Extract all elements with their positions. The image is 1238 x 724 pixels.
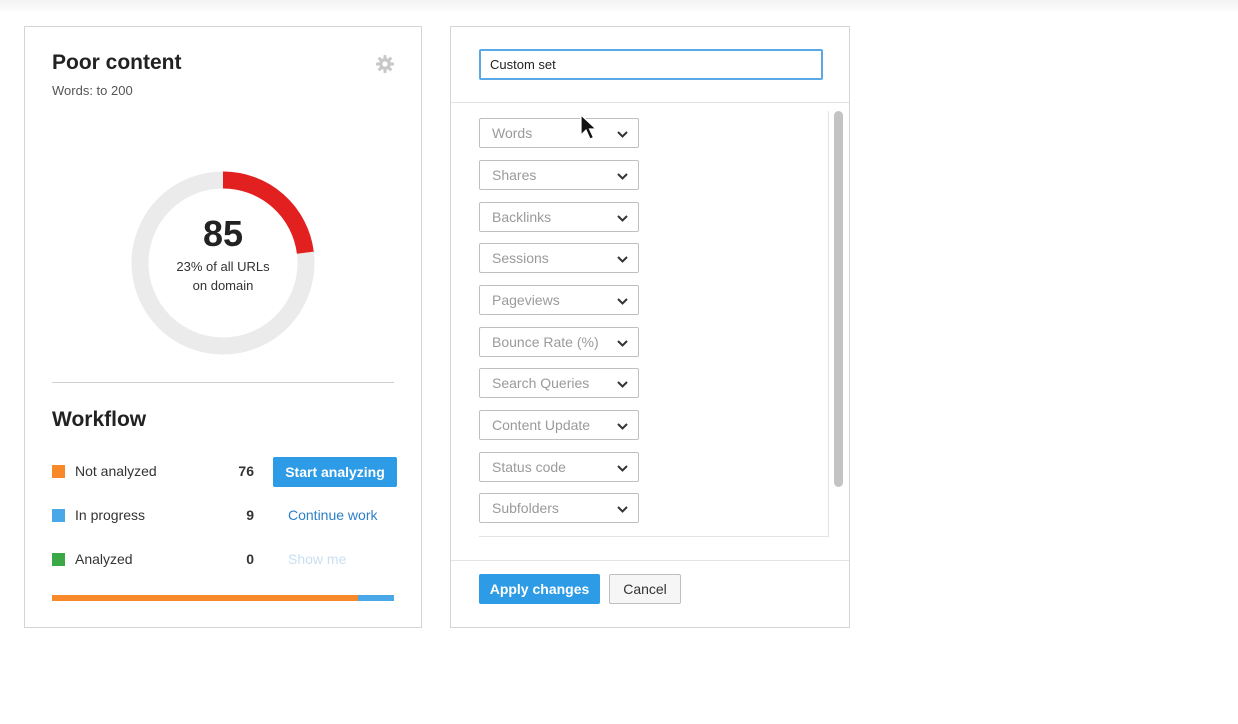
start-analyzing-button[interactable]: Start analyzing: [273, 457, 397, 487]
poor-content-card: Poor content Words: to 200 85 23% of all…: [24, 26, 422, 628]
divider: [52, 382, 394, 383]
workflow-title: Workflow: [52, 408, 147, 431]
status-color-square: [52, 553, 65, 566]
header-separator: [451, 102, 849, 103]
filter-set-panel: Words Shares Backlinks Sessions Pageview…: [450, 26, 850, 628]
cancel-button[interactable]: Cancel: [609, 574, 681, 604]
continue-work-link[interactable]: Continue work: [288, 507, 378, 523]
chevron-down-icon: [617, 215, 628, 222]
dropdown-label: Status code: [492, 459, 566, 475]
chevron-down-icon: [617, 256, 628, 263]
status-label: In progress: [75, 507, 146, 523]
mouse-pointer-icon: [580, 114, 598, 140]
filter-list[interactable]: Words Shares Backlinks Sessions Pageview…: [479, 111, 829, 537]
donut-caption-line1: 23% of all URLs: [176, 259, 270, 274]
dropdown-label: Content Update: [492, 417, 591, 433]
chevron-down-icon: [617, 423, 628, 430]
filter-dropdown-status-code[interactable]: Status code: [479, 452, 639, 482]
status-color-square: [52, 465, 65, 478]
dropdown-label: Pageviews: [492, 292, 560, 308]
chevron-down-icon: [617, 173, 628, 180]
chevron-down-icon: [617, 465, 628, 472]
chevron-down-icon: [617, 381, 628, 388]
chevron-down-icon: [617, 298, 628, 305]
donut-caption-line2: on domain: [192, 278, 254, 293]
status-count: 0: [246, 551, 254, 567]
filter-dropdown-backlinks[interactable]: Backlinks: [479, 202, 639, 232]
filter-dropdown-pageviews[interactable]: Pageviews: [479, 285, 639, 315]
gear-icon[interactable]: [375, 54, 395, 74]
set-name-input[interactable]: [479, 49, 823, 80]
donut-value: 85: [202, 213, 244, 254]
show-me-link: Show me: [288, 551, 347, 567]
card-subtitle: Words: to 200: [52, 83, 133, 98]
dropdown-label: Backlinks: [492, 209, 552, 225]
filter-dropdown-sessions[interactable]: Sessions: [479, 243, 639, 273]
filter-list-scrollbar[interactable]: [832, 111, 844, 487]
status-count: 9: [246, 507, 254, 523]
status-label: Analyzed: [75, 551, 133, 567]
chevron-down-icon: [617, 340, 628, 347]
status-color-square: [52, 509, 65, 522]
status-count: 76: [238, 463, 254, 479]
dropdown-label: Bounce Rate (%): [492, 334, 599, 350]
dropdown-label: Shares: [492, 167, 537, 183]
top-shadow-band: [0, 0, 1238, 14]
chevron-down-icon: [617, 131, 628, 138]
chevron-down-icon: [617, 506, 628, 513]
footer-separator: [451, 560, 849, 561]
filter-dropdown-subfolders[interactable]: Subfolders: [479, 493, 639, 523]
workflow-progress-bar: [52, 595, 394, 601]
progress-segment: [52, 595, 358, 601]
filter-dropdown-bounce-rate[interactable]: Bounce Rate (%): [479, 327, 639, 357]
filter-dropdown-shares[interactable]: Shares: [479, 160, 639, 190]
filter-dropdown-search-queries[interactable]: Search Queries: [479, 368, 639, 398]
filter-dropdown-content-update[interactable]: Content Update: [479, 410, 639, 440]
dropdown-label: Subfolders: [492, 500, 559, 516]
status-label: Not analyzed: [75, 463, 157, 479]
workflow-row-analyzed: Analyzed 0 Show me: [52, 545, 397, 575]
donut-caption: 23% of all URLs on domain: [129, 257, 317, 295]
workflow-row-in-progress: In progress 9 Continue work: [52, 501, 397, 531]
filter-dropdown-words[interactable]: Words: [479, 118, 639, 148]
dropdown-label: Sessions: [492, 250, 549, 266]
dropdown-label: Words: [492, 125, 533, 141]
apply-changes-button[interactable]: Apply changes: [479, 574, 600, 604]
scrollbar-thumb[interactable]: [834, 111, 843, 487]
dropdown-label: Search Queries: [492, 375, 590, 391]
workflow-row-not-analyzed: Not analyzed 76 Start analyzing: [52, 457, 397, 487]
progress-segment: [358, 595, 394, 601]
card-title: Poor content: [52, 51, 182, 74]
